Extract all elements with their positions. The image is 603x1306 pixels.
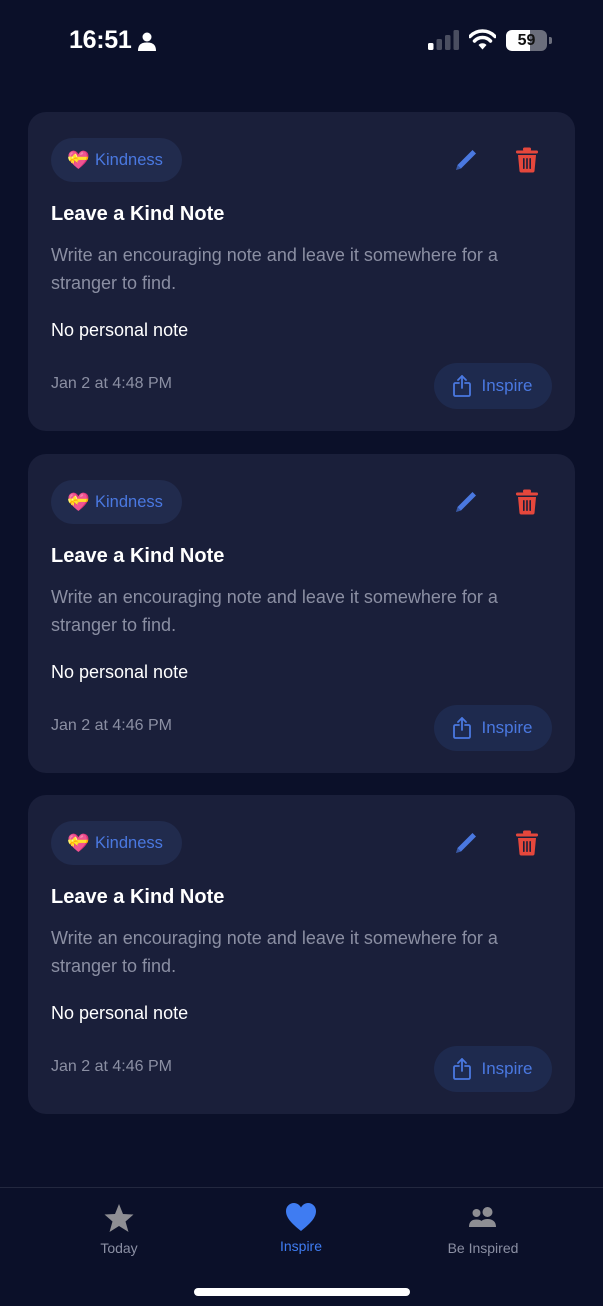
status-bar: 16:51 59 [0,0,603,80]
card-timestamp: Jan 2 at 4:48 PM [51,375,172,392]
share-icon [453,717,472,739]
pencil-icon [456,150,476,170]
card-timestamp: Jan 2 at 4:46 PM [51,1058,172,1075]
home-indicator[interactable] [194,1288,410,1296]
category-label: Kindness [95,492,163,511]
card-description: Write an encouraging note and leave it s… [51,245,498,293]
card-description: Write an encouraging note and leave it s… [51,587,498,635]
wifi-icon [469,29,496,50]
people-icon [469,1207,496,1227]
share-icon [453,375,472,397]
edit-button[interactable] [448,142,484,178]
share-icon [453,1058,472,1080]
tab-label: Inspire [279,1238,323,1254]
edit-button[interactable] [448,484,484,520]
status-time: 16:51 [69,26,132,54]
tab-label: Be Inspired [447,1240,519,1256]
battery-level: 59 [517,32,536,49]
trash-icon [516,830,538,856]
tab-label: Today [100,1240,138,1256]
pencil-icon [456,492,476,512]
category-tag[interactable]: 💝 Kindness [51,821,182,865]
inspire-label: Inspire [481,718,533,737]
card-description: Write an encouraging note and leave it s… [51,928,498,976]
category-label: Kindness [95,150,163,169]
heart-icon [286,1203,316,1231]
tab-inspire[interactable]: Inspire [221,1202,381,1262]
inspire-label: Inspire [481,376,533,395]
personal-note: No personal note [51,320,189,340]
edit-button[interactable] [448,825,484,861]
heart-ribbon-emoji-icon: 💝 [67,149,90,170]
person-icon [138,32,156,51]
personal-note: No personal note [51,1003,189,1023]
inspire-share-button[interactable]: Inspire [434,705,552,751]
card-title: Leave a Kind Note [51,545,225,567]
card-title: Leave a Kind Note [51,203,225,225]
category-label: Kindness [95,833,163,852]
inspire-share-button[interactable]: Inspire [434,363,552,409]
inspire-share-button[interactable]: Inspire [434,1046,552,1092]
category-tag[interactable]: 💝 Kindness [51,138,182,182]
inspiration-card: 💝 Kindness Leave a Kind Note Write an en… [28,795,575,1114]
delete-button[interactable] [509,825,545,861]
trash-icon [516,489,538,515]
personal-note: No personal note [51,662,189,682]
delete-button[interactable] [509,484,545,520]
trash-icon [516,147,538,173]
category-tag[interactable]: 💝 Kindness [51,480,182,524]
pencil-icon [456,833,476,853]
card-title: Leave a Kind Note [51,886,225,908]
heart-ribbon-emoji-icon: 💝 [67,832,90,853]
tab-be-inspired[interactable]: Be Inspired [403,1202,563,1262]
inspire-label: Inspire [481,1059,533,1078]
star-icon [104,1204,134,1232]
inspiration-card: 💝 Kindness Leave a Kind Note Write an en… [28,454,575,773]
heart-ribbon-emoji-icon: 💝 [67,491,90,512]
tab-bar: Today Inspire Be Inspired [0,1187,603,1306]
tab-today[interactable]: Today [39,1202,199,1262]
delete-button[interactable] [509,142,545,178]
card-timestamp: Jan 2 at 4:46 PM [51,717,172,734]
cellular-signal-icon [428,30,459,50]
battery-indicator: 59 [506,30,552,51]
inspiration-card: 💝 Kindness Leave a Kind Note Write an en… [28,112,575,431]
